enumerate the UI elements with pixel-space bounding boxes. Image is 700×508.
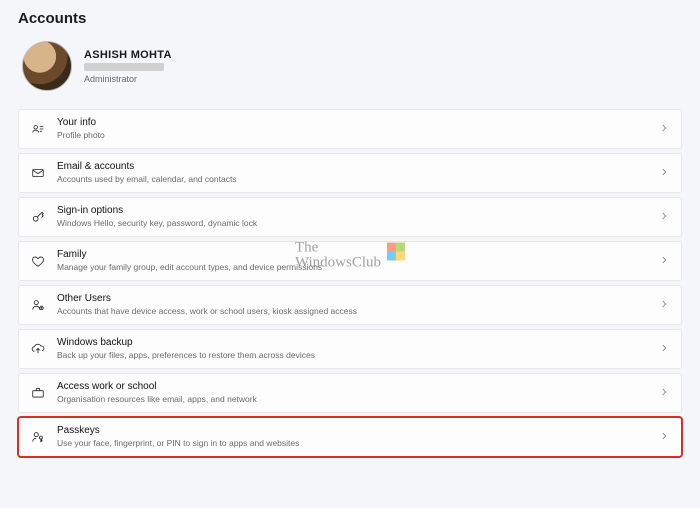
item-body: Your infoProfile photo — [49, 117, 659, 140]
item-body: Email & accountsAccounts used by email, … — [49, 161, 659, 184]
chevron-right-icon — [659, 296, 669, 314]
item-subtitle: Back up your files, apps, preferences to… — [57, 350, 659, 361]
chevron-right-icon — [659, 340, 669, 358]
item-body: FamilyManage your family group, edit acc… — [49, 249, 659, 272]
settings-item-other-users[interactable]: Other UsersAccounts that have device acc… — [18, 285, 682, 325]
profile-name: ASHISH MOHTA — [84, 49, 172, 61]
item-subtitle: Accounts that have device access, work o… — [57, 306, 659, 317]
item-title: Windows backup — [57, 337, 659, 350]
settings-item-family[interactable]: FamilyManage your family group, edit acc… — [18, 241, 682, 281]
settings-item-windows-backup[interactable]: Windows backupBack up your files, apps, … — [18, 329, 682, 369]
item-subtitle: Manage your family group, edit account t… — [57, 262, 659, 273]
other-users-icon — [27, 298, 49, 312]
item-title: Family — [57, 249, 659, 262]
chevron-right-icon — [659, 252, 669, 270]
avatar — [22, 41, 72, 91]
mail-icon — [27, 166, 49, 180]
key-icon — [27, 210, 49, 224]
settings-item-sign-in-options[interactable]: Sign-in optionsWindows Hello, security k… — [18, 197, 682, 237]
item-body: PasskeysUse your face, fingerprint, or P… — [49, 425, 659, 448]
item-title: Your info — [57, 117, 659, 130]
person-card-icon — [27, 122, 49, 136]
item-title: Other Users — [57, 293, 659, 306]
item-title: Email & accounts — [57, 161, 659, 174]
chevron-right-icon — [659, 120, 669, 138]
chevron-right-icon — [659, 384, 669, 402]
chevron-right-icon — [659, 428, 669, 446]
family-icon — [27, 254, 49, 268]
item-title: Sign-in options — [57, 205, 659, 218]
settings-item-email-accounts[interactable]: Email & accountsAccounts used by email, … — [18, 153, 682, 193]
chevron-right-icon — [659, 164, 669, 182]
item-subtitle: Profile photo — [57, 130, 659, 141]
item-title: Access work or school — [57, 381, 659, 394]
profile-email-redacted — [84, 63, 164, 71]
settings-item-passkeys[interactable]: PasskeysUse your face, fingerprint, or P… — [18, 417, 682, 457]
briefcase-icon — [27, 386, 49, 400]
settings-item-your-info[interactable]: Your infoProfile photo — [18, 109, 682, 149]
item-title: Passkeys — [57, 425, 659, 438]
item-subtitle: Organisation resources like email, apps,… — [57, 394, 659, 405]
settings-item-access-work-or-school[interactable]: Access work or schoolOrganisation resour… — [18, 373, 682, 413]
item-body: Windows backupBack up your files, apps, … — [49, 337, 659, 360]
settings-list: Your infoProfile photoEmail & accountsAc… — [18, 109, 682, 457]
item-body: Sign-in optionsWindows Hello, security k… — [49, 205, 659, 228]
profile-role: Administrator — [84, 74, 172, 84]
item-subtitle: Accounts used by email, calendar, and co… — [57, 174, 659, 185]
profile-block: ASHISH MOHTA Administrator — [18, 41, 682, 91]
backup-icon — [27, 342, 49, 356]
item-subtitle: Windows Hello, security key, password, d… — [57, 218, 659, 229]
item-body: Access work or schoolOrganisation resour… — [49, 381, 659, 404]
item-body: Other UsersAccounts that have device acc… — [49, 293, 659, 316]
page-title: Accounts — [18, 10, 682, 27]
chevron-right-icon — [659, 208, 669, 226]
passkeys-icon — [27, 430, 49, 444]
item-subtitle: Use your face, fingerprint, or PIN to si… — [57, 438, 659, 449]
